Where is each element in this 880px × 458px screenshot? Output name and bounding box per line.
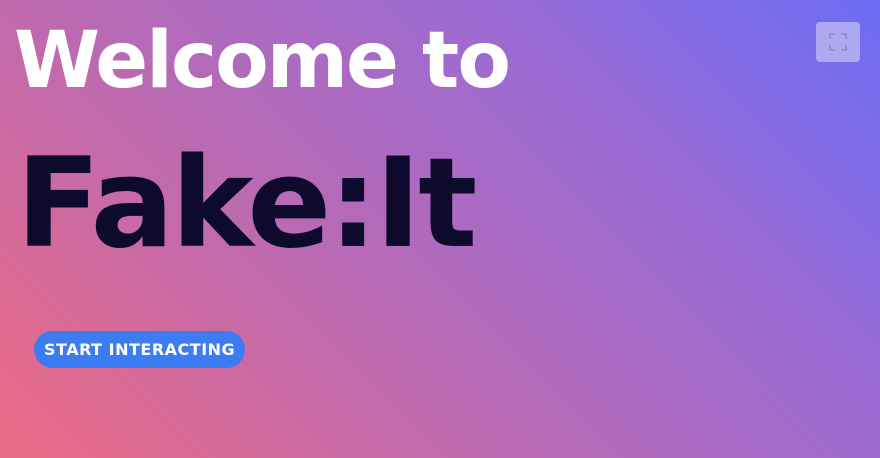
start-interacting-button[interactable]: START INTERACTING — [34, 331, 246, 368]
brand-title: Fake:It — [16, 132, 477, 276]
welcome-heading: Welcome to — [14, 16, 511, 106]
fullscreen-icon — [829, 33, 847, 51]
hero-section: Welcome to Fake:It START INTERACTING — [0, 0, 880, 458]
fullscreen-button[interactable] — [816, 22, 860, 62]
